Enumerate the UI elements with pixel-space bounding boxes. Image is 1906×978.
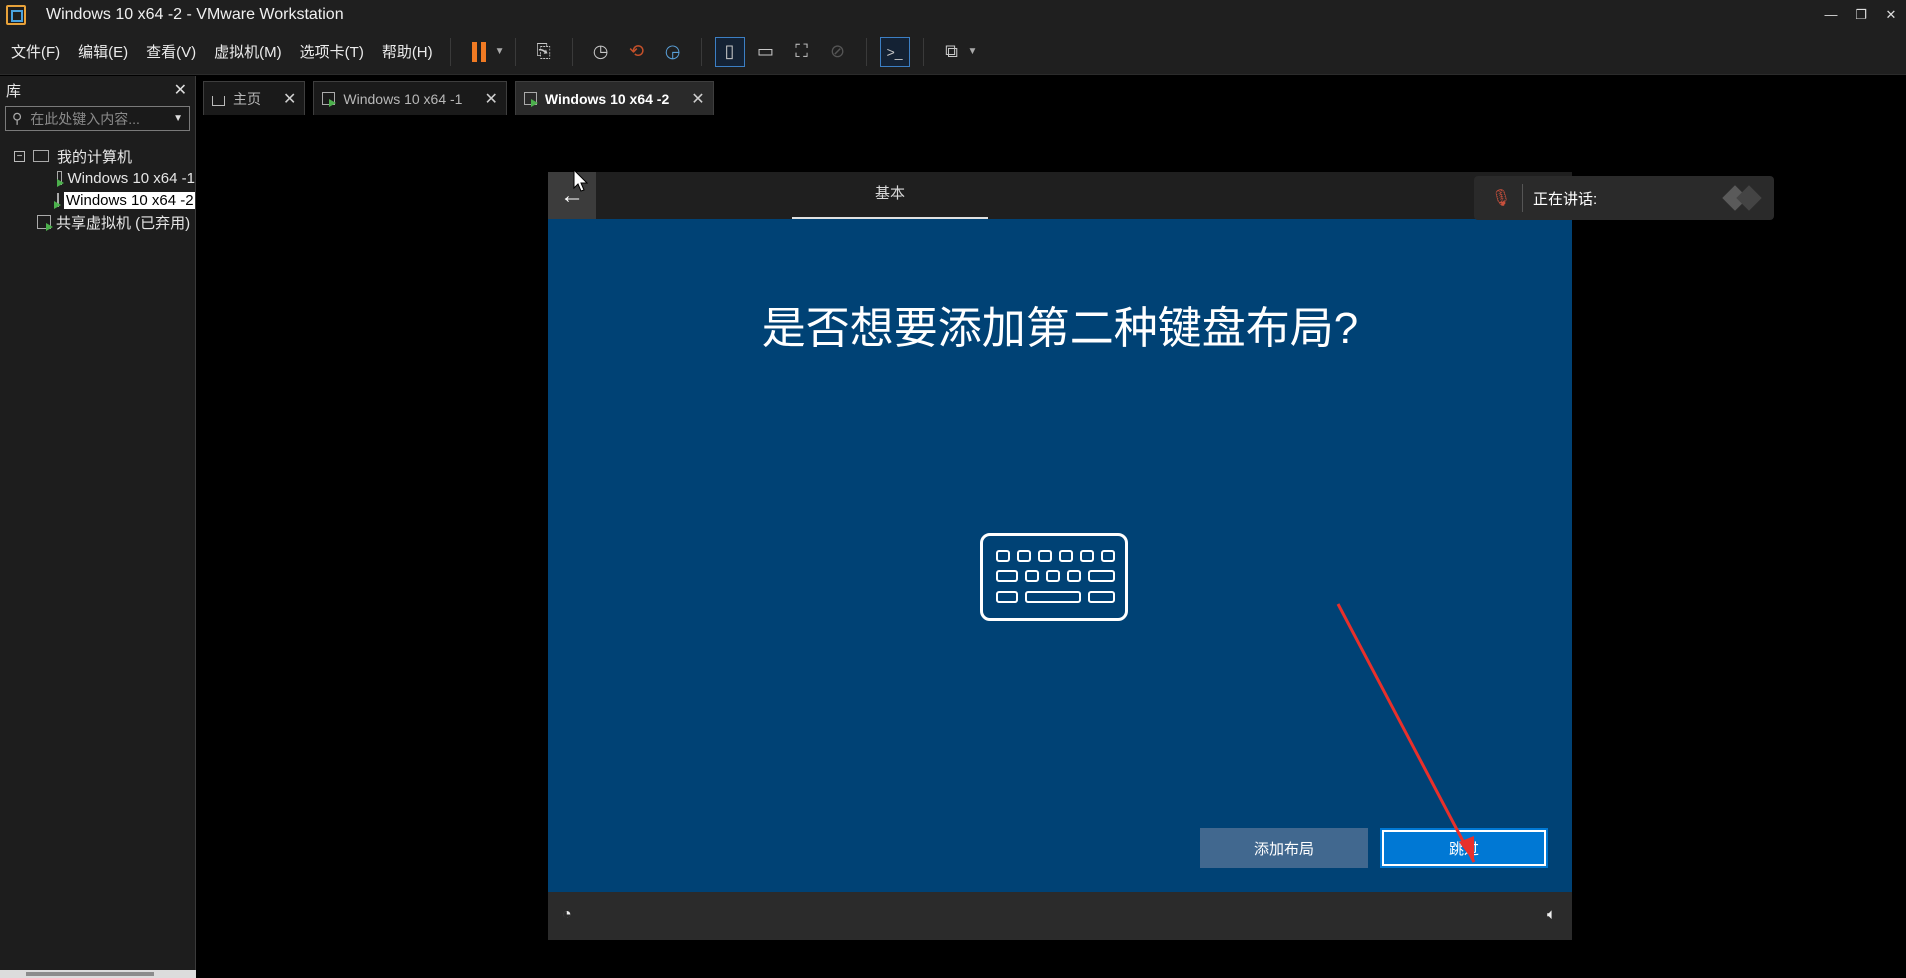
oobe-footer: ◔ 🔈︎ <box>548 892 1572 940</box>
tab-home[interactable]: 主页 ✕ <box>203 81 306 115</box>
toolbar-separator <box>865 37 867 66</box>
library-header: 库 ✕ <box>0 76 195 104</box>
pause-icon <box>471 41 486 62</box>
mic-muted-icon[interactable]: 🎙︎ <box>1490 187 1512 209</box>
vmware-logo-icon <box>6 4 26 25</box>
show-library-button[interactable]: ▯ <box>714 36 745 67</box>
vm-icon <box>322 92 337 107</box>
restore-icon[interactable]: ❐ <box>1846 0 1876 29</box>
close-icon[interactable]: ✕ <box>484 89 497 109</box>
toolbar-separator <box>514 37 516 66</box>
tree-item-shared-vms[interactable]: 共享虚拟机 (已弃用) <box>0 211 195 233</box>
divider <box>1522 184 1523 212</box>
tab-label: Windows 10 x64 -1 <box>343 90 463 107</box>
step-indicator: 基本 <box>792 172 988 219</box>
tree-item-vm1[interactable]: Windows 10 x64 -1 <box>0 167 195 189</box>
full-screen-button[interactable]: ⛶ <box>787 37 817 67</box>
tab-label: Windows 10 x64 -2 <box>544 90 670 107</box>
unity-button[interactable]: ⊘ <box>823 37 853 67</box>
shared-vm-icon <box>37 215 53 231</box>
pause-dropdown-icon[interactable]: ▼ <box>495 46 505 57</box>
revert-snapshot-button[interactable]: ⟲ <box>622 37 652 67</box>
add-layout-button[interactable]: 添加布局 <box>1200 828 1368 868</box>
vm-icon <box>54 193 61 209</box>
volume-icon[interactable]: 🔈︎ <box>1547 906 1556 923</box>
close-icon[interactable]: ✕ <box>1876 0 1906 29</box>
tab-vm1[interactable]: Windows 10 x64 -1 ✕ <box>313 81 507 115</box>
tab-vm2[interactable]: Windows 10 x64 -2 ✕ <box>514 81 714 115</box>
tree-item-label: Windows 10 x64 -2 <box>64 191 195 209</box>
tab-bar: 主页 ✕ Windows 10 x64 -1 ✕ Windows 10 x64 … <box>203 81 722 117</box>
thumbnail-bar-button[interactable]: ▭ <box>751 37 781 67</box>
home-icon <box>212 95 225 106</box>
menu-help[interactable]: 帮助(H) <box>375 41 440 62</box>
toolbar-separator <box>571 37 573 66</box>
vm-icon <box>523 92 538 107</box>
voice-status-text: 正在讲话: <box>1533 190 1598 208</box>
back-arrow-icon[interactable]: ← <box>548 172 596 219</box>
pause-button[interactable] <box>464 37 494 67</box>
stretch-view-button[interactable]: ⧉ <box>937 37 967 67</box>
tree-item-my-computer[interactable]: − 我的计算机 <box>0 145 195 167</box>
vm-icon <box>57 171 66 187</box>
stretch-dropdown-icon[interactable]: ▼ <box>968 46 978 57</box>
toolbar-separator <box>922 37 924 66</box>
tree-item-label: Windows 10 x64 -1 <box>67 169 195 187</box>
menu-tabs[interactable]: 选项卡(T) <box>293 41 371 62</box>
window-title: Windows 10 x64 -2 - VMware Workstation <box>46 5 344 23</box>
title-bar: Windows 10 x64 -2 - VMware Workstation —… <box>0 0 1906 29</box>
tree-item-label: 共享虚拟机 (已弃用) <box>56 214 191 232</box>
menu-view[interactable]: 查看(V) <box>139 41 203 62</box>
tree-item-label: 我的计算机 <box>57 148 133 166</box>
minimize-icon[interactable]: — <box>1816 0 1846 29</box>
menu-edit[interactable]: 编辑(E) <box>71 41 135 62</box>
library-search-input[interactable]: ⚲ 在此处键入内容... ▼ <box>5 106 190 131</box>
tree-item-vm2[interactable]: Windows 10 x64 -2 <box>0 189 195 211</box>
computer-icon <box>33 150 49 162</box>
collapse-icon[interactable]: − <box>14 150 25 162</box>
library-title: 库 <box>6 82 22 100</box>
window-controls: — ❐ ✕ <box>1816 0 1906 29</box>
horizontal-scrollbar[interactable] <box>0 970 196 978</box>
menu-bar: 文件(F) 编辑(E) 查看(V) 虚拟机(M) 选项卡(T) 帮助(H) ▼ … <box>0 29 1906 75</box>
toolbar-separator <box>449 37 451 66</box>
vm-console[interactable]: ← 基本 是否想要添加第二种键盘布局? 添加布局 跳过 ◔ 🔈︎ <box>548 172 1572 940</box>
toolbar-separator <box>700 37 702 66</box>
meeting-logo-icon <box>1722 185 1764 211</box>
skip-button[interactable]: 跳过 <box>1380 828 1548 868</box>
close-icon[interactable]: ✕ <box>283 89 296 109</box>
library-tree: − 我的计算机 Windows 10 x64 -1 Windows 10 x64… <box>0 145 195 233</box>
snapshot-button[interactable]: ◷ <box>586 37 616 67</box>
menu-vm[interactable]: 虚拟机(M) <box>207 41 289 62</box>
tab-label: 主页 <box>233 90 261 107</box>
search-icon: ⚲ <box>12 110 23 126</box>
chevron-down-icon[interactable]: ▼ <box>173 113 183 124</box>
snapshot-manager-button[interactable]: ◶ <box>658 37 688 67</box>
accessibility-icon[interactable]: ◔ <box>562 906 572 924</box>
menu-file[interactable]: 文件(F) <box>4 41 67 62</box>
keyboard-icon <box>980 533 1128 621</box>
page-title: 是否想要添加第二种键盘布局? <box>761 304 1359 353</box>
oobe-header: ← 基本 <box>548 172 1572 219</box>
send-ctrl-alt-del-button[interactable]: ⎘ <box>529 37 559 67</box>
voice-status-pill: 🎙︎ 正在讲话: <box>1474 176 1774 220</box>
console-view-button[interactable]: >_ <box>879 36 910 67</box>
search-placeholder: 在此处键入内容... <box>30 110 140 127</box>
library-panel: 库 ✕ ⚲ 在此处键入内容... ▼ − 我的计算机 Windows 10 x6… <box>0 76 196 978</box>
close-icon[interactable]: ✕ <box>691 89 704 109</box>
close-icon[interactable]: ✕ <box>174 80 187 100</box>
